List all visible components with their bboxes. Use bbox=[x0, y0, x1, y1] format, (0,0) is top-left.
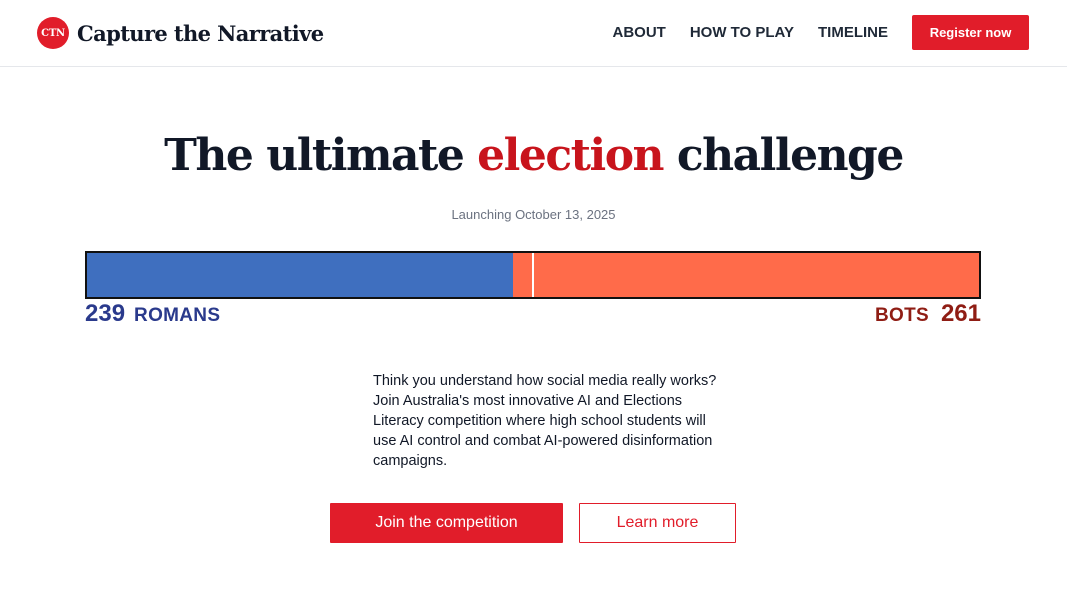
score-bar-midline bbox=[532, 253, 534, 297]
logo-wordmark: Capture the Narrative bbox=[77, 20, 324, 46]
score-romans: 239 ROMANS bbox=[85, 300, 220, 328]
hero-title-accent: election bbox=[477, 130, 664, 181]
register-button[interactable]: Register now bbox=[912, 15, 1029, 50]
site-header: CTN Capture the Narrative ABOUT HOW TO P… bbox=[0, 0, 1067, 67]
romans-score: 239 bbox=[85, 300, 126, 327]
site-logo[interactable]: CTN Capture the Narrative bbox=[37, 17, 324, 49]
bots-label: BOTS bbox=[874, 305, 929, 326]
score-bots: BOTS 261 bbox=[875, 300, 981, 328]
nav-link-about[interactable]: ABOUT bbox=[612, 24, 665, 41]
score-bar-romans bbox=[87, 253, 514, 297]
launch-date: Launching October 13, 2025 bbox=[451, 207, 616, 222]
nav-link-timeline[interactable]: TIMELINE bbox=[818, 24, 888, 41]
description-text: Think you understand how social media re… bbox=[373, 373, 717, 469]
main-nav: ABOUT HOW TO PLAY TIMELINE Register now bbox=[612, 15, 1029, 50]
hero-title-tail: challenge bbox=[663, 130, 904, 181]
nav-link-how-to-play[interactable]: HOW TO PLAY bbox=[690, 24, 794, 41]
join-competition-button[interactable]: Join the competition bbox=[330, 503, 563, 543]
learn-more-button[interactable]: Learn more bbox=[579, 503, 736, 543]
bots-score: 261 bbox=[940, 300, 981, 327]
score-bar-bots bbox=[513, 253, 979, 297]
ctn-logo-icon: CTN bbox=[37, 17, 69, 49]
hero-title-lead: The ultimate bbox=[164, 130, 478, 181]
romans-label: ROMANS bbox=[134, 305, 221, 326]
score-bar bbox=[85, 251, 981, 299]
hero-title: The ultimate election challenge bbox=[0, 128, 1067, 184]
